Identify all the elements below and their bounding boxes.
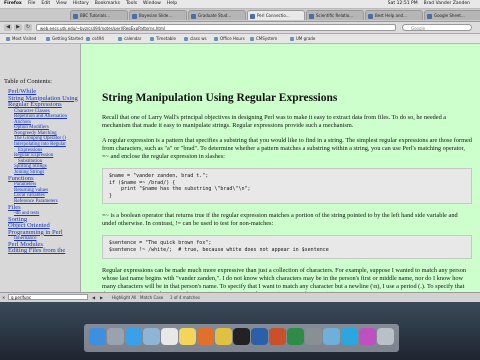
- browser-tab[interactable]: Google Sheet...: [424, 10, 480, 20]
- menu-bar: Firefox File Edit View History Bookmarks Tools…: [0, 0, 480, 9]
- find-bar: ✕ q perlfunc ◀ ▶ Highlight All Match Cas…: [0, 292, 480, 302]
- excel-icon[interactable]: [287, 328, 304, 345]
- intro-paragraph: Recall that one of Larry Wall's principa…: [102, 114, 447, 129]
- tab-bar: BBC Tutorials... Bayesian Slide... Graduat…: [0, 9, 480, 22]
- close-icon[interactable]: ✕: [2, 293, 5, 302]
- favicon-icon: [368, 14, 373, 19]
- powerpoint-icon[interactable]: [269, 328, 286, 345]
- toc-title: Table of Contents:: [4, 78, 52, 85]
- tab-label: Google Sheet...: [434, 13, 465, 18]
- page-title: String Manipulation Using Regular Expres…: [102, 92, 338, 104]
- menu-item-view[interactable]: View: [56, 1, 67, 6]
- match-case-checkbox[interactable]: Match Case: [140, 293, 163, 302]
- url-bar[interactable]: web.eecs.utk.edu/~bvz/cs494/notes/perl/R…: [36, 24, 396, 31]
- nav-toolbar: ◀ ▶ ↻ web.eecs.utk.edu/~bvz/cs494/notes/…: [0, 22, 480, 34]
- menu-items: Firefox File Edit View History Bookmarks Tools…: [4, 0, 183, 8]
- bookmark-item[interactable]: UM grade: [290, 34, 315, 43]
- browser-tab[interactable]: Perl Connectio...: [247, 10, 305, 20]
- finder-icon[interactable]: [89, 328, 106, 345]
- safari-icon[interactable]: [125, 328, 142, 345]
- bookmark-item[interactable]: Getting Started: [46, 34, 83, 43]
- search-input[interactable]: Google: [402, 24, 472, 31]
- screen: Firefox File Edit View History Bookmarks Tools…: [0, 0, 480, 360]
- favicon-icon: [73, 14, 78, 19]
- favicon-icon: [132, 14, 137, 19]
- forward-button[interactable]: ▶: [14, 24, 22, 31]
- menu-status: Sat 12:51 PM Brad Vander Zanden: [388, 0, 476, 8]
- notes-icon[interactable]: [179, 328, 196, 345]
- browser-tab[interactable]: Best Help and...: [365, 10, 423, 20]
- itunes-icon[interactable]: [359, 328, 376, 345]
- tab-label: Graduate Stud...: [198, 13, 232, 18]
- browser-tab[interactable]: Scientific Relatio...: [306, 10, 364, 20]
- dock: [84, 324, 399, 352]
- launchpad-icon[interactable]: [107, 328, 124, 345]
- terminal-icon[interactable]: [233, 328, 250, 345]
- preferences-icon[interactable]: [305, 328, 322, 345]
- browser-tab[interactable]: Bayesian Slide...: [129, 10, 187, 20]
- bookmark-item[interactable]: Office Hours: [214, 34, 245, 43]
- menu-item-file[interactable]: File: [28, 1, 36, 6]
- bookmark-item[interactable]: calendar: [118, 34, 141, 43]
- bookmark-item[interactable]: cs494: [86, 34, 104, 43]
- trash-icon[interactable]: [377, 328, 394, 345]
- bookmark-item[interactable]: class ws: [184, 34, 207, 43]
- firefox-icon[interactable]: [197, 328, 214, 345]
- skype-icon[interactable]: [341, 328, 358, 345]
- menu-item-help[interactable]: Help: [167, 1, 177, 6]
- tab-label: BBC Tutorials...: [80, 13, 111, 18]
- bookmark-item[interactable]: Most Visited: [6, 34, 36, 43]
- favicon-icon: [250, 14, 255, 19]
- desktop: [0, 302, 480, 360]
- bookmark-item[interactable]: CMSystem: [250, 34, 277, 43]
- bookmarks-bar: Most Visited Getting Started cs494 calendar…: [0, 34, 480, 44]
- code-example-1: $name = "vander zanden, brad t."; if ($n…: [102, 168, 472, 205]
- reload-button[interactable]: ↻: [24, 24, 32, 31]
- main-content: String Manipulation Using Regular Expres…: [81, 44, 480, 292]
- regex-paragraph: A regular expression is a pattern that s…: [102, 137, 472, 160]
- menu-item-tools[interactable]: Tools: [126, 1, 137, 6]
- tab-label: Perl Connectio...: [257, 13, 290, 18]
- find-next-button[interactable]: ▶: [100, 293, 103, 302]
- user-name[interactable]: Brad Vander Zanden: [424, 1, 470, 6]
- menu-item-window[interactable]: Window: [143, 1, 161, 6]
- menu-item-edit[interactable]: Edit: [41, 1, 50, 6]
- preview-icon[interactable]: [323, 328, 340, 345]
- code-example-2: $sentence = "The quick brown fox"; $sent…: [102, 235, 472, 259]
- calendar-icon[interactable]: [161, 328, 178, 345]
- chrome-icon[interactable]: [215, 328, 232, 345]
- bookmark-item[interactable]: Timetable: [150, 34, 176, 43]
- word-icon[interactable]: [251, 328, 268, 345]
- toc-list: Perl/While String Manipulation Using Regul…: [0, 88, 80, 255]
- toc-sidebar: Table of Contents: Perl/While String Mani…: [0, 44, 81, 292]
- clock: Sat 12:51 PM: [387, 1, 418, 6]
- favicon-icon: [309, 14, 314, 19]
- favicon-icon: [427, 14, 432, 19]
- browser-tab[interactable]: BBC Tutorials...: [70, 10, 128, 20]
- favicon-icon: [191, 14, 196, 19]
- match-operator-paragraph: =~ is a boolean operator that returns tr…: [102, 212, 458, 228]
- tab-label: Best Help and...: [375, 13, 407, 18]
- find-previous-button[interactable]: ◀: [92, 293, 95, 302]
- browser-tab[interactable]: Graduate Stud...: [188, 10, 246, 20]
- tab-label: Scientific Relatio...: [316, 13, 354, 18]
- find-input[interactable]: q perlfunc: [8, 294, 88, 300]
- menu-item-history[interactable]: History: [73, 1, 89, 6]
- mail-icon[interactable]: [143, 328, 160, 345]
- expressive-paragraph: Regular expressions can be made much mor…: [102, 266, 467, 292]
- toc-link[interactable]: Editing Files from the: [0, 248, 80, 255]
- tab-label: Bayesian Slide...: [139, 13, 173, 18]
- back-button[interactable]: ◀: [4, 24, 12, 31]
- find-matches-count: 1 of 4 matches: [170, 295, 200, 300]
- highlight-all-button[interactable]: Highlight All: [112, 293, 136, 302]
- menu-item-bookmarks[interactable]: Bookmarks: [95, 1, 120, 6]
- menu-item-firefox[interactable]: Firefox: [4, 1, 22, 6]
